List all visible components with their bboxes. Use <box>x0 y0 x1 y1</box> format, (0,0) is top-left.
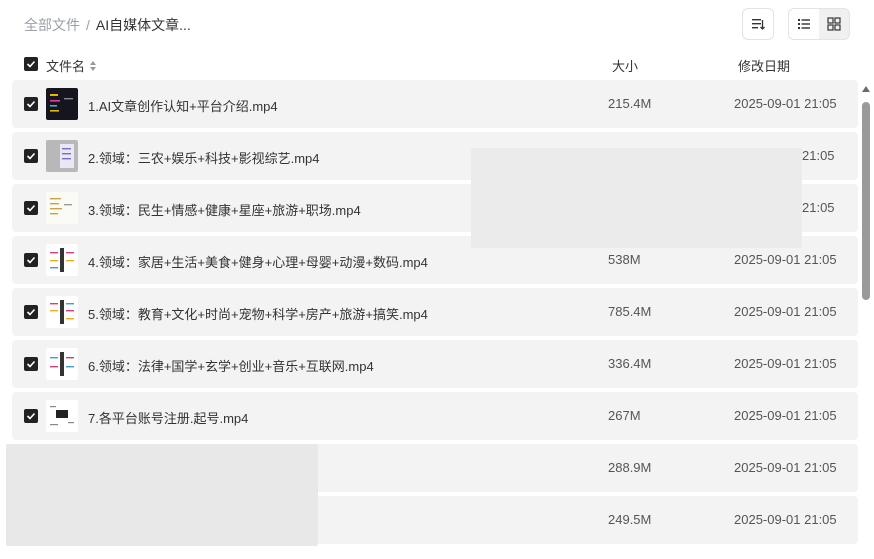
table-row[interactable]: 6.领域：法律+国学+玄学+创业+音乐+互联网.mp4 336.4M 2025-… <box>12 340 858 388</box>
column-name-label: 文件名 <box>46 59 86 74</box>
file-date: 2025-09-01 21:05 <box>734 96 837 111</box>
check-icon <box>26 60 36 68</box>
file-size: 267M <box>608 408 641 423</box>
column-date[interactable]: 修改日期 <box>738 56 790 75</box>
view-toggle <box>788 8 850 40</box>
column-name[interactable]: 文件名 <box>46 56 97 75</box>
table-row[interactable]: 7.各平台账号注册.起号.mp4 267M 2025-09-01 21:05 <box>12 392 858 440</box>
sort-arrows-icon <box>90 60 97 71</box>
breadcrumb-current: AI自媒体文章... <box>95 17 191 33</box>
file-name[interactable]: 4.领域：家居+生活+美食+健身+心理+母婴+动漫+数码.mp4 <box>88 252 428 271</box>
scroll-up-arrow-icon[interactable] <box>862 86 870 92</box>
check-icon <box>26 308 36 316</box>
file-name[interactable]: 7.各平台账号注册.起号.mp4 <box>88 408 248 427</box>
breadcrumb-separator: / <box>86 17 90 33</box>
file-size: 785.4M <box>608 304 652 319</box>
row-checkbox[interactable] <box>24 253 38 267</box>
file-name[interactable]: 5.领域：教育+文化+时尚+宠物+科学+房产+旅游+搞笑.mp4 <box>88 304 428 323</box>
video-thumbnail <box>46 348 78 380</box>
file-date: 2025-09-01 21:05 <box>734 304 837 319</box>
check-icon <box>26 100 36 108</box>
file-date: 21:05 <box>802 148 835 163</box>
file-name[interactable]: 6.领域：法律+国学+玄学+创业+音乐+互联网.mp4 <box>88 356 374 375</box>
file-date: 2025-09-01 21:05 <box>734 512 837 527</box>
select-all-checkbox[interactable] <box>24 57 38 71</box>
row-checkbox[interactable] <box>24 149 38 163</box>
toolbar <box>742 8 850 40</box>
check-icon <box>26 256 36 264</box>
redacted-region <box>471 148 802 248</box>
breadcrumb: 全部文件 / AI自媒体文章... <box>24 15 191 35</box>
table-header: 文件名 大小 修改日期 <box>24 52 850 76</box>
file-size: 249.5M <box>608 512 652 527</box>
video-thumbnail <box>46 244 78 276</box>
row-checkbox[interactable] <box>24 305 38 319</box>
check-icon <box>26 412 36 420</box>
row-checkbox[interactable] <box>24 97 38 111</box>
check-icon <box>26 204 36 212</box>
list-view-icon <box>798 19 810 29</box>
row-checkbox[interactable] <box>24 201 38 215</box>
file-size: 538M <box>608 252 641 267</box>
video-thumbnail <box>46 400 78 432</box>
file-size: 215.4M <box>608 96 652 111</box>
sort-icon <box>752 19 765 30</box>
file-date: 21:05 <box>802 200 835 215</box>
check-icon <box>26 152 36 160</box>
file-name[interactable]: 2.领域：三农+娱乐+科技+影视综艺.mp4 <box>88 148 320 167</box>
table-row[interactable]: 1.AI文章创作认知+平台介绍.mp4 215.4M 2025-09-01 21… <box>12 80 858 128</box>
row-checkbox[interactable] <box>24 409 38 423</box>
file-date: 2025-09-01 21:05 <box>734 408 837 423</box>
row-checkbox[interactable] <box>24 357 38 371</box>
vertical-scrollbar[interactable] <box>861 86 871 556</box>
sort-button[interactable] <box>742 8 774 40</box>
video-thumbnail <box>46 192 78 224</box>
video-thumbnail <box>46 296 78 328</box>
file-size: 336.4M <box>608 356 652 371</box>
grid-view-button[interactable] <box>819 9 849 39</box>
file-date: 2025-09-01 21:05 <box>734 356 837 371</box>
file-date: 2025-09-01 21:05 <box>734 460 837 475</box>
breadcrumb-root[interactable]: 全部文件 <box>24 15 80 35</box>
video-thumbnail <box>46 140 78 172</box>
column-size[interactable]: 大小 <box>612 56 638 75</box>
file-date: 2025-09-01 21:05 <box>734 252 837 267</box>
video-thumbnail <box>46 88 78 120</box>
file-name[interactable]: 3.领域：民生+情感+健康+星座+旅游+职场.mp4 <box>88 200 361 219</box>
redacted-region <box>6 444 318 546</box>
grid-view-icon <box>827 17 841 31</box>
scrollbar-thumb[interactable] <box>862 102 870 300</box>
list-view-button[interactable] <box>789 9 819 39</box>
file-name[interactable]: 1.AI文章创作认知+平台介绍.mp4 <box>88 96 278 115</box>
check-icon <box>26 360 36 368</box>
file-size: 288.9M <box>608 460 652 475</box>
table-row[interactable]: 5.领域：教育+文化+时尚+宠物+科学+房产+旅游+搞笑.mp4 785.4M … <box>12 288 858 336</box>
